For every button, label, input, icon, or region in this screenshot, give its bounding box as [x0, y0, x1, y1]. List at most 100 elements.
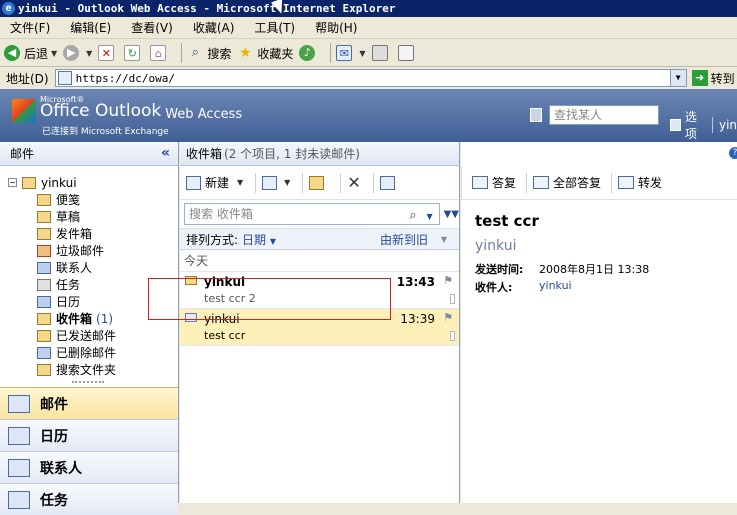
user-name-fragment[interactable]: yin: [719, 118, 737, 132]
category-icon[interactable]: [450, 294, 455, 304]
search-icon[interactable]: ⌕: [409, 206, 416, 226]
menu-edit[interactable]: 编辑(E): [70, 19, 111, 36]
go-label: 转到: [710, 71, 735, 86]
contacts-icon: [8, 458, 30, 477]
check-messages-button[interactable]: [379, 175, 399, 190]
delete-button[interactable]: ✕: [347, 173, 360, 192]
print-button[interactable]: [371, 42, 392, 64]
sort-bar: 排列方式: 日期 ▼ 由新到旧 ▼: [180, 228, 459, 250]
nav-tasks-button[interactable]: 任务: [0, 483, 178, 515]
chevron-down-icon[interactable]: ▼: [669, 70, 686, 86]
message-from[interactable]: yinkui: [475, 238, 517, 254]
nav-calendar-button[interactable]: 日历: [0, 419, 178, 451]
flag-icon[interactable]: ⚑: [443, 274, 453, 287]
move-to-folder-button[interactable]: [309, 175, 328, 190]
chevron-down-icon[interactable]: ▼: [426, 207, 432, 227]
menu-help[interactable]: 帮助(H): [315, 19, 357, 36]
message-subject: test ccr: [204, 329, 246, 342]
drafts-icon: [37, 210, 51, 223]
search-folder-icon: [37, 363, 51, 376]
folder-deleted[interactable]: 已删除邮件: [37, 344, 116, 361]
find-person-input[interactable]: 查找某人: [549, 105, 659, 125]
folder-contacts[interactable]: 联系人: [37, 259, 92, 276]
view-button[interactable]: ▼: [262, 175, 290, 190]
folder-tasks[interactable]: 任务: [37, 276, 80, 293]
folder-outbox[interactable]: 发件箱: [37, 225, 92, 242]
refresh-button[interactable]: ↻: [124, 42, 144, 64]
nav-label: 日历: [40, 428, 68, 445]
favorites-button[interactable]: ★ 收藏夹: [237, 42, 293, 64]
pane-splitter-handle[interactable]: [72, 381, 104, 385]
media-button[interactable]: ♪: [299, 42, 319, 64]
flag-icon[interactable]: ⚑: [443, 311, 453, 324]
chevron-down-icon[interactable]: ▼: [51, 49, 57, 58]
reading-pane-icon: [262, 175, 278, 190]
to-value[interactable]: yinkui: [539, 279, 572, 295]
nav-mail-button[interactable]: 邮件: [0, 387, 178, 419]
reply-button[interactable]: 答复: [472, 174, 516, 191]
delete-icon: ✕: [347, 173, 361, 192]
back-button[interactable]: ◀ 后退 ▼: [4, 42, 57, 64]
folder-root[interactable]: − yinkui: [8, 174, 77, 191]
folder-label: 发件箱: [56, 227, 93, 241]
mail-button[interactable]: ✉ ▼: [336, 42, 366, 64]
chevron-down-icon[interactable]: ▼: [359, 49, 365, 58]
mailbox-icon: [22, 176, 36, 189]
expand-search-icon[interactable]: ▼▼: [444, 209, 459, 220]
folder-sent[interactable]: 已发送邮件: [37, 327, 116, 344]
address-input[interactable]: https://dc/owa/ ▼: [54, 69, 687, 87]
address-book-icon[interactable]: [530, 108, 542, 122]
star-icon: ★: [239, 45, 252, 61]
forward-button[interactable]: ▶ ▼: [63, 42, 92, 64]
stop-button[interactable]: ✕: [98, 42, 118, 64]
go-arrow-icon: ➜: [691, 70, 708, 86]
menu-view[interactable]: 查看(V): [131, 19, 173, 36]
sort-order-button[interactable]: 由新到旧: [380, 231, 428, 248]
address-bar: 地址(D) https://dc/owa/ ▼ ➜ 转到: [0, 67, 737, 89]
contacts-icon: [37, 261, 51, 274]
folder-inbox[interactable]: 收件箱 (1): [37, 310, 113, 327]
reading-toolbar: 答复 全部答复 转发: [461, 166, 737, 200]
folder-calendar[interactable]: 日历: [37, 293, 80, 310]
folder-label: 垃圾邮件: [56, 244, 105, 258]
home-button[interactable]: ⌂: [150, 42, 170, 64]
search-row: 搜索 收件箱 ⌕ ▼ ▼▼: [180, 200, 459, 228]
chevron-down-icon[interactable]: ▼: [441, 235, 447, 244]
menu-tools[interactable]: 工具(T): [254, 19, 295, 36]
office-outlook-logo: Microsoft® Office Outlook Web Access 已连接…: [12, 95, 242, 137]
options-button[interactable]: 选项 yin: [670, 108, 737, 142]
category-icon[interactable]: [450, 331, 455, 341]
edit-button[interactable]: [397, 42, 418, 64]
chevron-down-icon[interactable]: ▼: [284, 178, 290, 187]
go-button[interactable]: ➜ 转到: [691, 70, 735, 87]
sort-by-value: 日期: [242, 232, 267, 247]
folder-notes[interactable]: 便笺: [37, 191, 80, 208]
new-message-icon: [186, 175, 201, 190]
collapse-pane-icon[interactable]: «: [161, 145, 170, 161]
chevron-down-icon[interactable]: ▼: [237, 178, 243, 187]
address-url: https://dc/owa/: [75, 71, 175, 85]
to-row: 收件人: yinkui: [475, 279, 572, 295]
menu-favorites[interactable]: 收藏(A): [193, 19, 235, 36]
folder-label: 已发送邮件: [56, 329, 117, 343]
forward-button[interactable]: 转发: [618, 174, 662, 191]
folder-drafts[interactable]: 草稿: [37, 208, 80, 225]
help-icon[interactable]: ?: [729, 147, 737, 159]
new-message-button[interactable]: 新建 ▼: [186, 174, 243, 191]
sort-by-dropdown[interactable]: 日期 ▼: [242, 231, 276, 248]
nav-label: 联系人: [40, 460, 82, 477]
document-icon: [397, 45, 414, 61]
search-button[interactable]: ⌕ 搜索: [187, 42, 232, 64]
folder-search[interactable]: 搜索文件夹: [37, 361, 116, 378]
nav-contacts-button[interactable]: 联系人: [0, 451, 178, 483]
reply-all-button[interactable]: 全部答复: [533, 174, 601, 191]
search-inbox-input[interactable]: 搜索 收件箱 ⌕ ▼: [184, 203, 440, 225]
reply-all-label: 全部答复: [553, 176, 602, 190]
folder-junk[interactable]: 垃圾邮件: [37, 242, 104, 259]
reply-icon: [472, 176, 488, 189]
reading-pane: 答复 全部答复 转发 test ccr yinkui 发送时间: 2008年8月…: [461, 142, 737, 503]
chevron-down-icon[interactable]: ▼: [86, 49, 92, 58]
menu-file[interactable]: 文件(F): [10, 19, 50, 36]
connected-status: 已连接到 Microsoft Exchange: [42, 127, 169, 137]
collapse-icon[interactable]: −: [8, 178, 17, 187]
